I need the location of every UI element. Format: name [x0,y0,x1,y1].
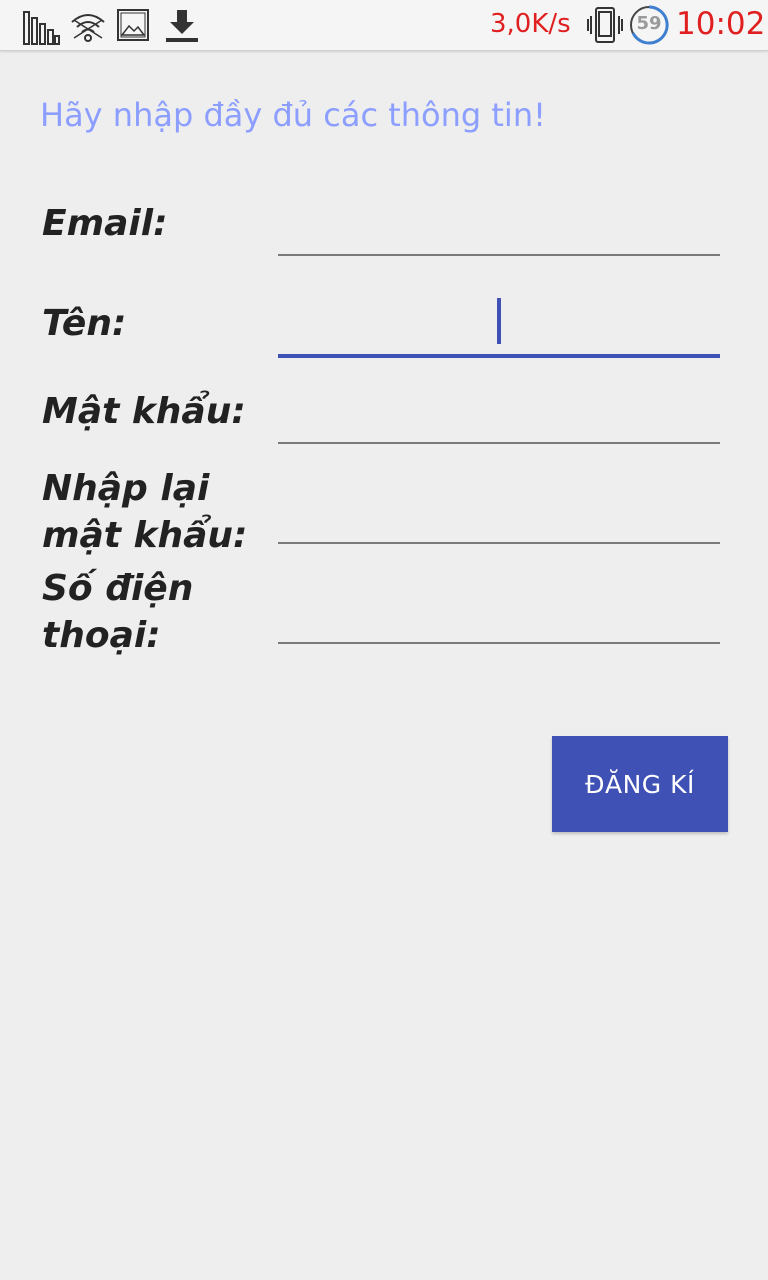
signal-bars-icon [23,11,60,45]
download-icon [166,10,198,42]
network-speed: 3,0K/s [490,9,571,39]
text-cursor [497,298,501,344]
status-bar: 3,0K/s 59 10:02 [0,0,768,51]
register-button[interactable]: ĐĂNG KÍ [552,736,728,832]
confirm-password-label: Nhập lại mật khẩu: [42,468,248,556]
password-field[interactable] [278,388,720,444]
phone-label: Số điện thoại: [42,568,194,656]
vibrate-icon [587,7,623,43]
image-icon [117,9,149,41]
password-label: Mật khẩu: [42,391,246,432]
email-label: Email: [42,203,168,244]
confirm-password-field[interactable] [278,480,720,544]
name-label: Tên: [42,303,127,344]
email-field[interactable] [278,200,720,256]
wifi-icon [71,14,105,42]
clock-time: 10:02 [676,6,766,42]
phone-field[interactable] [278,580,720,644]
battery-level: 59 [636,13,662,34]
form-heading: Hãy nhập đầy đủ các thông tin! [40,96,546,134]
